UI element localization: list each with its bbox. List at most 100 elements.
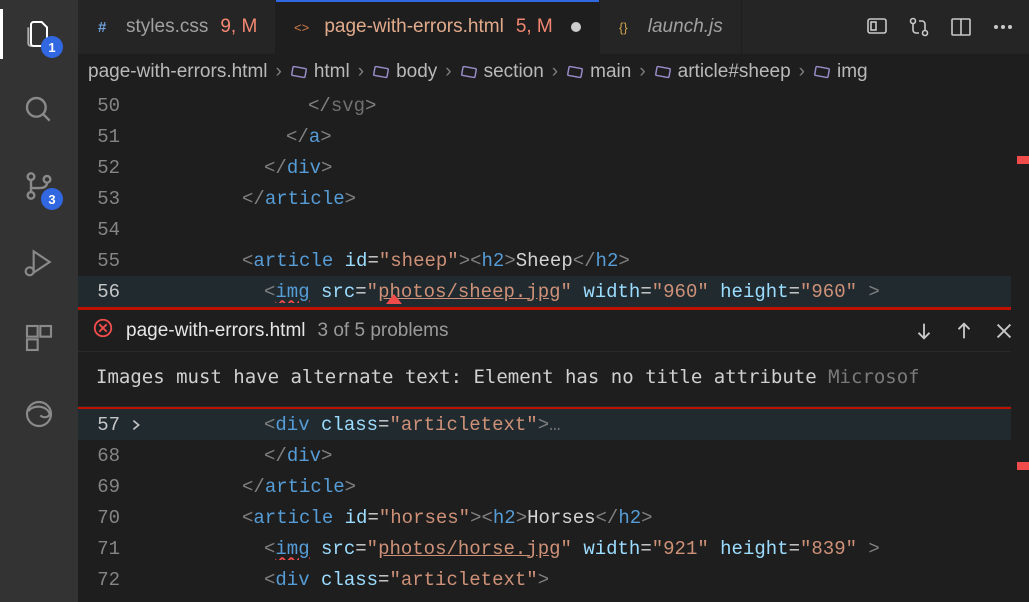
chevron-right-icon: › <box>445 61 451 83</box>
line-number: 70 <box>78 507 148 529</box>
breadcrumb-segment[interactable]: img <box>813 61 868 83</box>
code-content: </div> <box>198 157 1029 179</box>
code-lines-bottom: 57 <div class="articletext">… 68 </div> 69 </… <box>78 409 1029 595</box>
breadcrumb-segment[interactable]: body <box>372 61 437 83</box>
line-number: 52 <box>78 157 148 179</box>
breadcrumb-segment[interactable]: section <box>460 61 544 83</box>
tab-label: page-with-errors.html <box>324 16 504 38</box>
prev-problem-button[interactable] <box>953 320 975 342</box>
edge-devtools-icon[interactable] <box>865 15 889 39</box>
svg-text:{}: {} <box>619 20 628 35</box>
code-content: <article id="horses"><h2>Horses</h2> <box>198 507 1029 529</box>
peek-message: Images must have alternate text: Element… <box>78 352 1029 407</box>
line-number: 54 <box>78 219 148 241</box>
peek-file-title: page-with-errors.html <box>126 320 306 342</box>
activity-source-control[interactable]: 3 <box>19 166 59 206</box>
activity-extensions[interactable] <box>19 318 59 358</box>
symbol-icon <box>813 63 831 81</box>
code-line[interactable]: 52 </div> <box>78 152 1029 183</box>
code-content: <div class="articletext">… <box>198 414 1029 436</box>
tab-status: 5, M <box>516 16 553 38</box>
line-number: 68 <box>78 445 148 467</box>
code-lines-top: 50 </svg> 51 </a> 52 </div> 53 </article> 54 55 <a… <box>78 90 1029 307</box>
scm-badge: 3 <box>41 188 63 210</box>
code-content: <img src="photos/sheep.jpg" width="960" … <box>198 281 1029 303</box>
next-problem-button[interactable] <box>913 320 935 342</box>
code-line[interactable]: 57 <div class="articletext">… <box>78 409 1029 440</box>
chevron-right-icon: › <box>358 61 364 83</box>
activity-run-debug[interactable] <box>19 242 59 282</box>
overview-ruler[interactable] <box>1011 90 1029 602</box>
chevron-right-icon: › <box>552 61 558 83</box>
activity-edge-tools[interactable] <box>19 394 59 434</box>
code-content: </a> <box>198 126 1029 148</box>
more-actions-icon[interactable] <box>991 15 1015 39</box>
error-mark-icon <box>1017 156 1029 164</box>
breadcrumb-file[interactable]: page-with-errors.html <box>88 61 268 83</box>
error-icon <box>92 317 114 345</box>
symbol-icon <box>372 63 390 81</box>
code-line[interactable]: 72 <div class="articletext"> <box>78 564 1029 595</box>
code-content: <img src="photos/horse.jpg" width="921" … <box>198 538 1029 560</box>
breadcrumb[interactable]: page-with-errors.html › html › body › se… <box>78 54 1029 90</box>
tab-label: styles.css <box>126 16 208 38</box>
tab-actions <box>851 0 1029 54</box>
explorer-badge: 1 <box>41 36 63 58</box>
line-number: 50 <box>78 95 148 117</box>
code-line[interactable]: 54 <box>78 214 1029 245</box>
tab-bar: # styles.css 9, M <> page-with-errors.ht… <box>78 0 1029 54</box>
symbol-icon <box>654 63 672 81</box>
extensions-icon <box>23 322 55 354</box>
json-file-icon: {} <box>618 17 638 37</box>
code-content: </article> <box>198 188 1029 210</box>
code-line[interactable]: 71 <img src="photos/horse.jpg" width="921… <box>78 533 1029 564</box>
css-file-icon: # <box>96 17 116 37</box>
code-content: </article> <box>198 476 1029 498</box>
code-line[interactable]: 50 </svg> <box>78 90 1029 121</box>
error-marker-icon <box>386 294 402 304</box>
code-line[interactable]: 68 </div> <box>78 440 1029 471</box>
code-content: <article id="sheep"><h2>Sheep</h2> <box>198 250 1029 272</box>
line-number: 69 <box>78 476 148 498</box>
breadcrumb-segment[interactable]: html <box>290 61 350 83</box>
tab-styles-css[interactable]: # styles.css 9, M <box>78 0 276 54</box>
line-number: 71 <box>78 538 148 560</box>
code-content: <div class="articletext"> <box>198 569 1029 591</box>
code-line[interactable]: 56 <img src="photos/sheep.jpg" width="960… <box>78 276 1029 307</box>
line-number: 55 <box>78 250 148 272</box>
code-line[interactable]: 53 </article> <box>78 183 1029 214</box>
line-number: 53 <box>78 188 148 210</box>
line-number: 57 <box>78 414 148 436</box>
tab-launch-js[interactable]: {} launch.js <box>600 0 742 54</box>
tab-page-with-errors[interactable]: <> page-with-errors.html 5, M <box>276 0 599 54</box>
code-line[interactable]: 51 </a> <box>78 121 1029 152</box>
code-line[interactable]: 70 <article id="horses"><h2>Horses</h2> <box>78 502 1029 533</box>
git-compare-icon[interactable] <box>907 15 931 39</box>
code-content: </div> <box>198 445 1029 467</box>
line-number: 72 <box>78 569 148 591</box>
breadcrumb-segment[interactable]: main <box>566 61 631 83</box>
tab-status: 9, M <box>220 16 257 38</box>
chevron-right-icon: › <box>276 61 282 83</box>
line-number: 56 <box>78 281 148 303</box>
split-editor-icon[interactable] <box>949 15 973 39</box>
edge-icon <box>23 398 55 430</box>
activity-explorer[interactable]: 1 <box>19 14 59 54</box>
fold-chevron-icon[interactable] <box>128 417 144 433</box>
html-file-icon: <> <box>294 17 314 37</box>
activity-search[interactable] <box>19 90 59 130</box>
code-line[interactable]: 55 <article id="sheep"><h2>Sheep</h2> <box>78 245 1029 276</box>
symbol-icon <box>460 63 478 81</box>
dirty-indicator-icon <box>571 22 581 32</box>
code-line[interactable]: 69 </article> <box>78 471 1029 502</box>
breadcrumb-segment[interactable]: article#sheep <box>654 61 791 83</box>
error-mark-icon <box>1017 462 1029 470</box>
chevron-right-icon: › <box>799 61 805 83</box>
line-number: 51 <box>78 126 148 148</box>
code-content: </svg> <box>198 95 1029 117</box>
code-content <box>198 219 1029 241</box>
main-editor-group: # styles.css 9, M <> page-with-errors.ht… <box>78 0 1029 602</box>
tab-label: launch.js <box>648 16 723 38</box>
code-editor[interactable]: 50 </svg> 51 </a> 52 </div> 53 </article> 54 55 <a… <box>78 90 1029 602</box>
symbol-icon <box>290 63 308 81</box>
